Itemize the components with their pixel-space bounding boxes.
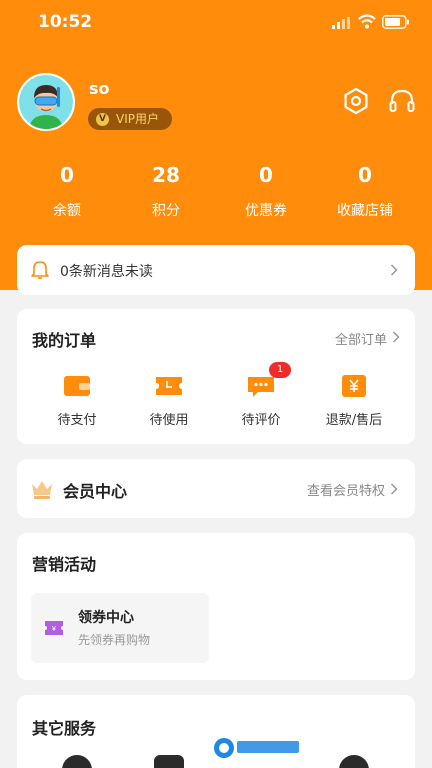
message-card[interactable]: 0条新消息未读 [17, 245, 415, 295]
watermark-logo-icon [214, 738, 299, 758]
vip-label: VIP用户 [116, 112, 159, 126]
marketing-title: 营销活动 [32, 555, 97, 574]
bell-icon [31, 261, 49, 279]
order-pending-use[interactable]: 待使用 [129, 373, 209, 428]
chevron-right-icon[interactable] [392, 331, 400, 343]
comment-icon [248, 377, 274, 397]
coupon-center-subtitle: 先领券再购物 [78, 633, 151, 647]
status-bar: 10:52 [0, 0, 432, 46]
stat-label: 积分 [152, 203, 180, 219]
avatar[interactable] [17, 73, 75, 131]
status-time: 10:52 [38, 12, 93, 32]
stat-balance[interactable]: 0 余额 [17, 160, 117, 220]
crown-icon [32, 481, 52, 499]
username: so [89, 79, 110, 98]
service-icon[interactable] [62, 755, 92, 768]
avatar-illustration-icon [19, 75, 73, 129]
svg-text:¥: ¥ [52, 626, 56, 633]
member-center-title: 会员中心 [63, 482, 128, 501]
marketing-card: 营销活动 ¥ 领券中心 先领券再购物 [17, 533, 415, 680]
review-count-badge: 1 [269, 362, 291, 378]
orders-title: 我的订单 [32, 331, 97, 350]
settings-hexagon-icon[interactable] [342, 87, 370, 115]
all-orders-link[interactable]: 全部订单 [335, 329, 387, 348]
stat-favorite-shops[interactable]: 0 收藏店铺 [315, 160, 415, 220]
member-privileges-link[interactable]: 查看会员特权 [307, 480, 385, 499]
vip-badge: V VIP用户 [88, 108, 172, 130]
stat-value: 0 [259, 163, 273, 187]
service-icon[interactable] [339, 755, 369, 768]
stat-value: 28 [152, 163, 180, 187]
stat-label: 收藏店铺 [337, 203, 393, 219]
wifi-icon [358, 14, 376, 29]
other-services-title: 其它服务 [32, 719, 97, 738]
coupon-center-title: 领券中心 [78, 610, 134, 626]
member-center-card[interactable]: 会员中心 查看会员特权 [17, 459, 415, 518]
vip-crown-icon: V [96, 113, 109, 126]
order-item-label: 待支付 [57, 413, 97, 428]
customer-service-headset-icon[interactable] [388, 87, 416, 115]
stat-label: 优惠券 [245, 203, 287, 219]
refund-yen-icon [342, 375, 366, 397]
service-icon[interactable] [154, 755, 184, 768]
coupon-icon: ¥ [45, 621, 63, 635]
orders-card: 我的订单 全部订单 待支付 待使用 1 待评价 退款/售后 [17, 309, 415, 444]
chevron-right-icon [390, 264, 398, 276]
order-item-label: 退款/售后 [325, 413, 383, 428]
chevron-right-icon [390, 483, 398, 495]
coupon-center-entry[interactable]: ¥ 领券中心 先领券再购物 [31, 593, 209, 663]
stats-row: 0 余额 28 积分 0 优惠券 0 收藏店铺 [0, 160, 432, 230]
stat-label: 余额 [53, 203, 81, 219]
message-text: 0条新消息未读 [60, 264, 153, 280]
stat-coupons[interactable]: 0 优惠券 [216, 160, 316, 220]
ticket-clock-icon [156, 377, 182, 395]
order-icon-wrap: 1 [246, 362, 291, 399]
order-item-label: 待使用 [149, 413, 189, 428]
wallet-icon [64, 376, 90, 396]
order-item-label: 待评价 [241, 413, 281, 428]
order-refund-aftersale[interactable]: 退款/售后 [314, 373, 394, 428]
stat-value: 0 [60, 163, 74, 187]
stat-points[interactable]: 28 积分 [116, 160, 216, 220]
cellular-signal-icon [332, 17, 350, 29]
battery-icon [382, 15, 409, 29]
stat-value: 0 [358, 163, 372, 187]
order-pending-payment[interactable]: 待支付 [37, 373, 117, 428]
order-pending-review[interactable]: 1 待评价 [221, 362, 301, 428]
